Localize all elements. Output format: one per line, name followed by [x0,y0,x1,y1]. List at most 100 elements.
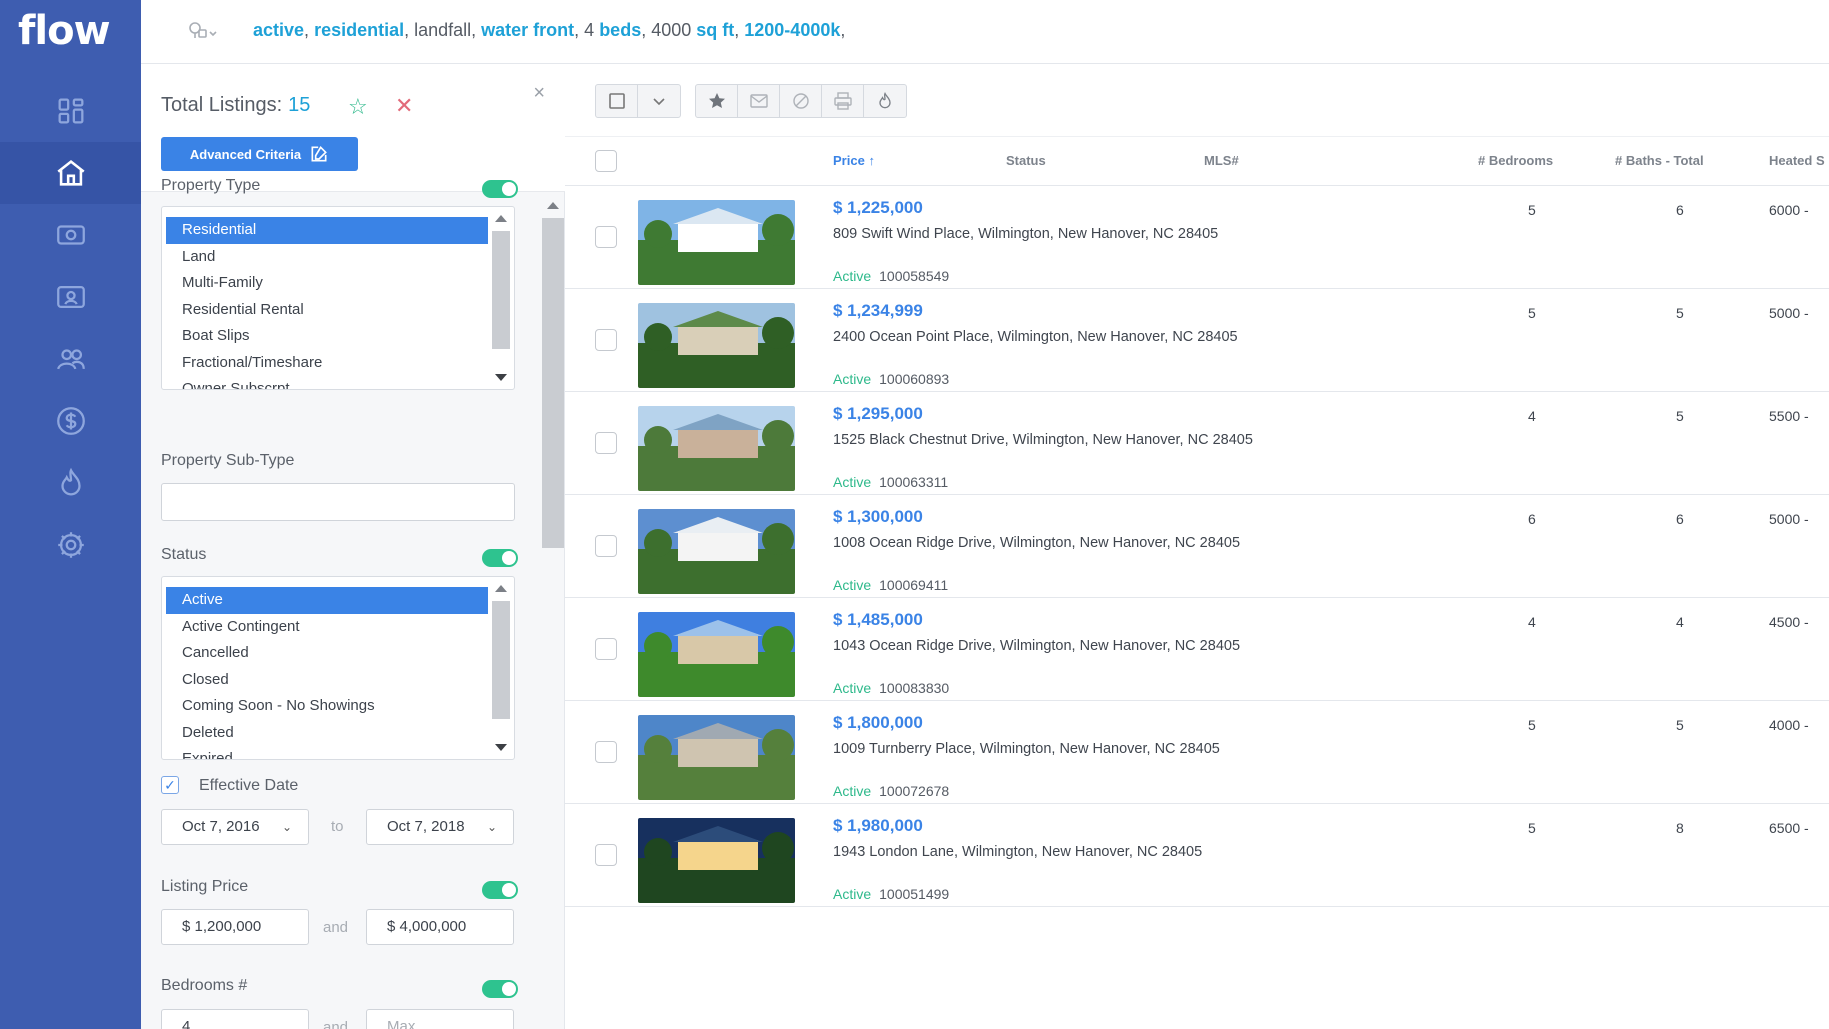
listbox-option[interactable]: Multi-Family [162,270,488,297]
property-type-toggle[interactable] [482,180,518,198]
listing-price-max-input[interactable]: $ 4,000,000 [366,909,514,945]
hot-sheet-button[interactable] [864,85,906,117]
listing-price[interactable]: $ 1,300,000 [833,507,923,527]
email-button[interactable] [738,85,780,117]
listing-price[interactable]: $ 1,485,000 [833,610,923,630]
row-select-checkbox[interactable] [595,638,617,660]
column-price[interactable]: Price ↑ [833,153,875,168]
column-baths[interactable]: # Baths - Total [1615,153,1704,168]
search-term[interactable]: residential [314,20,404,40]
listbox-option[interactable]: Owner Subscrpt. [162,376,488,389]
column-bedrooms[interactable]: # Bedrooms [1478,153,1553,168]
listing-photo[interactable] [638,509,795,594]
location-dropdown-icon[interactable] [183,18,217,46]
scroll-thumb[interactable] [492,231,510,349]
sidebar-item-clients[interactable] [0,328,141,390]
status-listbox[interactable]: Active Active Contingent Cancelled Closed Co… [161,576,515,760]
search-criteria-summary[interactable]: active, residential, landfall, water fro… [253,20,845,41]
row-select-checkbox[interactable] [595,226,617,248]
listing-price[interactable]: $ 1,225,000 [833,198,923,218]
close-panel-icon[interactable]: × [533,82,545,105]
search-term[interactable]: active [253,20,304,40]
listing-price[interactable]: $ 1,980,000 [833,816,923,836]
search-term[interactable]: 1200-4000k [744,20,840,40]
listbox-option[interactable]: Boat Slips [162,323,488,350]
hide-button[interactable] [780,85,822,117]
listbox-option[interactable]: Closed [162,667,488,694]
search-term[interactable]: beds [599,20,641,40]
print-button[interactable] [822,85,864,117]
column-mls[interactable]: MLS# [1204,153,1239,168]
row-select-checkbox[interactable] [595,535,617,557]
sidebar-item-settings[interactable] [0,514,141,576]
bedrooms-toggle[interactable] [482,980,518,998]
listing-photo[interactable] [638,303,795,388]
advanced-criteria-button[interactable]: Advanced Criteria [161,137,358,171]
select-all-button[interactable] [596,85,638,117]
listbox-option[interactable]: Cancelled [162,640,488,667]
listbox-option[interactable]: Land [162,244,488,271]
favorite-button[interactable] [696,85,738,117]
listing-price[interactable]: $ 1,295,000 [833,404,923,424]
search-term[interactable]: sq ft [696,20,734,40]
effective-date-to[interactable]: Oct 7, 2018 ⌄ [366,809,514,845]
sidebar-item-dashboard[interactable] [0,80,141,142]
table-row[interactable]: $ 1,295,000 1525 Black Chestnut Drive, Wi… [565,392,1829,495]
listbox-option[interactable]: Deleted [162,720,488,747]
listbox-option[interactable]: Active [166,587,488,614]
sidebar-item-contacts[interactable] [0,266,141,328]
bedrooms-min-input[interactable]: 4 [161,1009,309,1029]
table-row[interactable]: $ 1,980,000 1943 London Lane, Wilmington,… [565,804,1829,907]
row-select-checkbox[interactable] [595,432,617,454]
listing-photo[interactable] [638,200,795,285]
listbox-option[interactable]: Coming Soon - No Showings [162,693,488,720]
property-type-listbox[interactable]: Residential Land Multi-Family Residential R… [161,206,515,390]
listbox-option[interactable]: Active Contingent [162,614,488,641]
sidebar-item-transactions[interactable] [0,204,141,266]
save-search-star-icon[interactable]: ☆ [348,94,368,120]
scroll-down-icon[interactable] [495,374,507,381]
listbox-option[interactable]: Residential [166,217,488,244]
listing-photo[interactable] [638,406,795,491]
table-row[interactable]: $ 1,300,000 1008 Ocean Ridge Drive, Wilmi… [565,495,1829,598]
clear-search-icon[interactable]: ✕ [395,93,413,119]
table-row[interactable]: $ 1,800,000 1009 Turnberry Place, Wilming… [565,701,1829,804]
effective-date-checkbox[interactable]: ✓ [161,776,179,794]
row-select-checkbox[interactable] [595,741,617,763]
listbox-scrollbar[interactable] [492,583,510,753]
listbox-option[interactable]: Residential Rental [162,297,488,324]
property-subtype-input[interactable] [161,483,515,521]
scroll-down-icon[interactable] [495,744,507,751]
sidebar-item-hot-sheet[interactable] [0,452,141,514]
listing-price-min-input[interactable]: $ 1,200,000 [161,909,309,945]
scroll-thumb[interactable] [492,601,510,719]
listing-photo[interactable] [638,715,795,800]
search-term[interactable]: water front [481,20,574,40]
filter-panel-scrollbar[interactable] [542,198,564,1029]
flow-logo[interactable]: flow [18,8,111,54]
scroll-up-icon[interactable] [495,585,507,592]
row-select-checkbox[interactable] [595,844,617,866]
table-row[interactable]: $ 1,485,000 1043 Ocean Ridge Drive, Wilmi… [565,598,1829,701]
table-row[interactable]: $ 1,225,000 809 Swift Wind Place, Wilming… [565,186,1829,289]
row-select-checkbox[interactable] [595,329,617,351]
bedrooms-max-input[interactable]: Max [366,1009,514,1029]
listing-photo[interactable] [638,612,795,697]
column-heated[interactable]: Heated S [1769,153,1825,168]
sidebar-item-finance[interactable] [0,390,141,452]
listbox-option[interactable]: Fractional/Timeshare [162,350,488,377]
table-row[interactable]: $ 1,234,999 2400 Ocean Point Place, Wilmi… [565,289,1829,392]
listbox-option[interactable]: Expired [162,746,488,759]
status-toggle[interactable] [482,549,518,567]
effective-date-from[interactable]: Oct 7, 2016 ⌄ [161,809,309,845]
select-all-rows-checkbox[interactable] [595,150,617,172]
column-status[interactable]: Status [1006,153,1046,168]
listing-price[interactable]: $ 1,800,000 [833,713,923,733]
listing-price-toggle[interactable] [482,881,518,899]
scroll-up-icon[interactable] [495,215,507,222]
listing-photo[interactable] [638,818,795,903]
listing-price[interactable]: $ 1,234,999 [833,301,923,321]
sidebar-item-listings[interactable] [0,142,141,204]
select-options-button[interactable] [638,85,680,117]
listbox-scrollbar[interactable] [492,213,510,383]
